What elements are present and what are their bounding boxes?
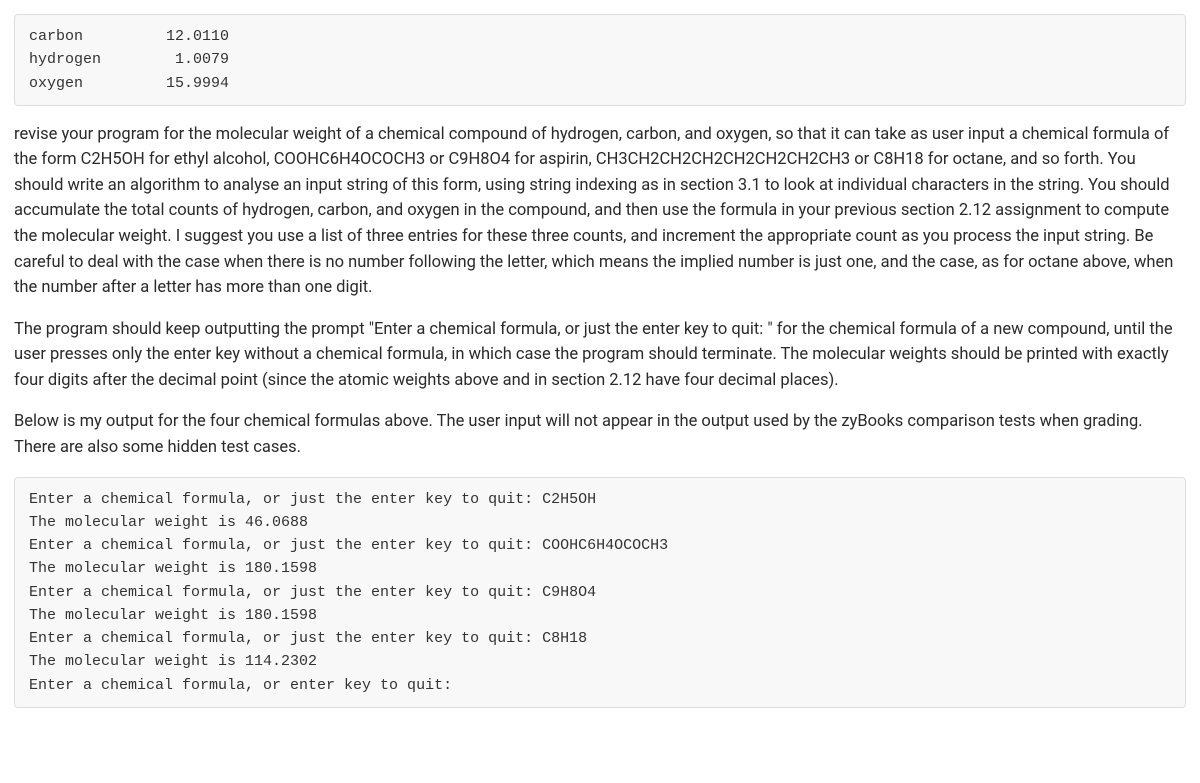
output-line: The molecular weight is 180.1598 — [29, 560, 317, 577]
element-weight: 12.0110 — [159, 25, 229, 48]
output-line: Enter a chemical formula, or just the en… — [29, 584, 596, 601]
instruction-paragraph-2: The program should keep outputting the p… — [14, 317, 1186, 394]
output-line: The molecular weight is 180.1598 — [29, 607, 317, 624]
element-name: oxygen — [29, 72, 159, 95]
output-line: Enter a chemical formula, or just the en… — [29, 491, 596, 508]
output-line: The molecular weight is 46.0688 — [29, 514, 308, 531]
instruction-paragraph-3: Below is my output for the four chemical… — [14, 409, 1186, 460]
element-name: hydrogen — [29, 48, 159, 71]
output-line: Enter a chemical formula, or just the en… — [29, 537, 668, 554]
element-name: carbon — [29, 25, 159, 48]
atomic-row: hydrogen 1.0079 — [29, 48, 1171, 71]
output-line: Enter a chemical formula, or just the en… — [29, 630, 587, 647]
element-weight: 1.0079 — [159, 48, 229, 71]
atomic-weights-table: carbon12.0110hydrogen 1.0079oxygen15.999… — [14, 14, 1186, 106]
output-line: The molecular weight is 114.2302 — [29, 653, 317, 670]
atomic-row: carbon12.0110 — [29, 25, 1171, 48]
element-weight: 15.9994 — [159, 72, 229, 95]
instruction-paragraph-1: revise your program for the molecular we… — [14, 122, 1186, 301]
atomic-row: oxygen15.9994 — [29, 72, 1171, 95]
sample-output-block: Enter a chemical formula, or just the en… — [14, 477, 1186, 708]
output-line: Enter a chemical formula, or enter key t… — [29, 677, 452, 694]
